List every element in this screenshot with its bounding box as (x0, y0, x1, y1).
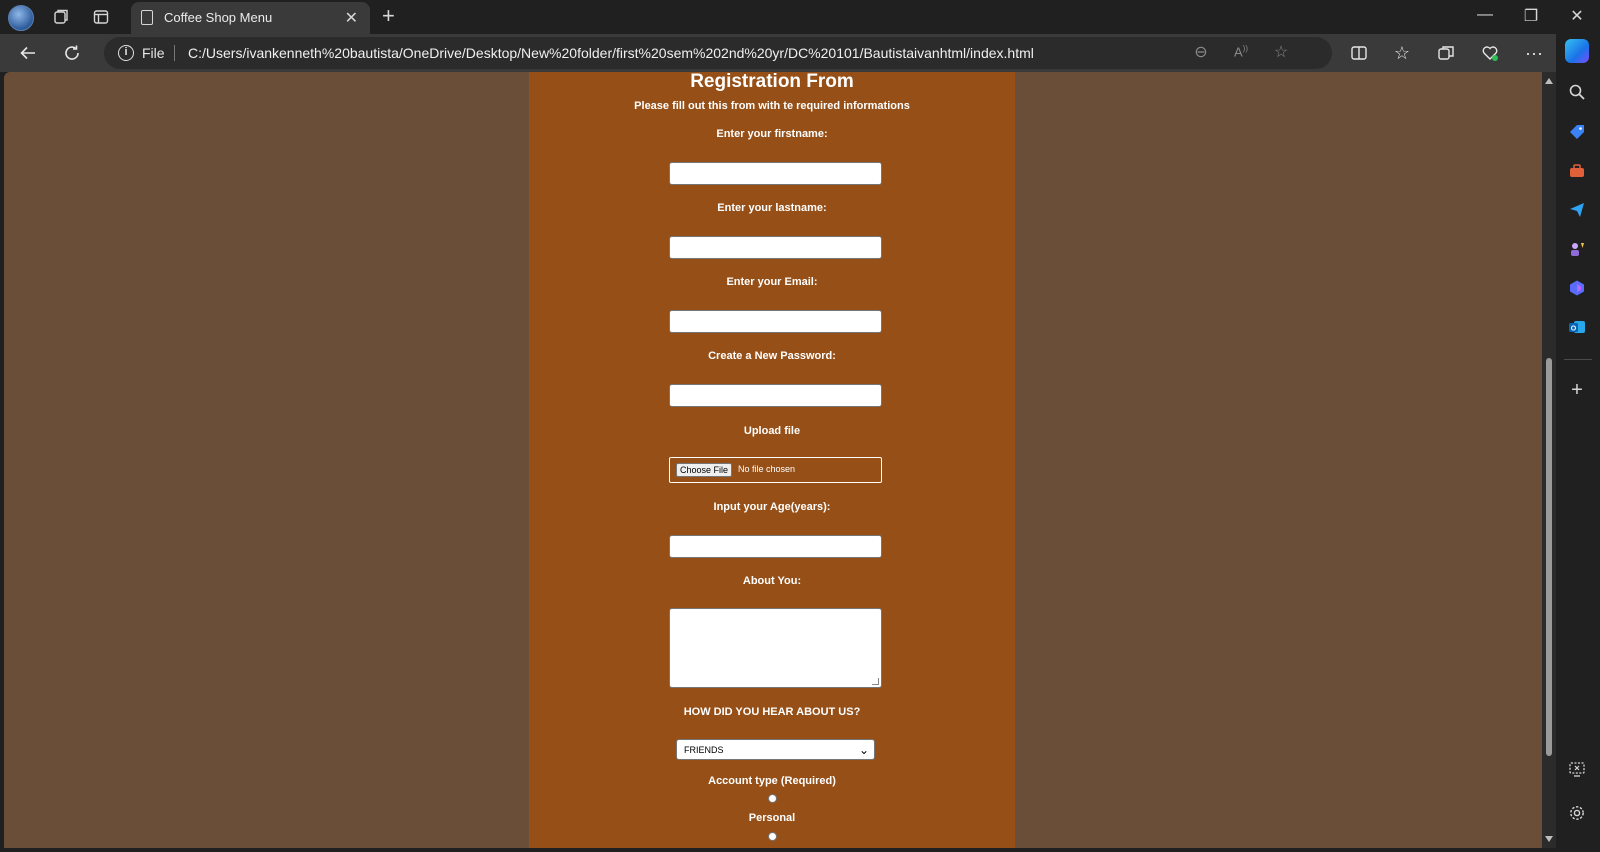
new-tab-button[interactable]: + (382, 3, 395, 29)
favorites-icon[interactable]: ☆ (1388, 40, 1416, 66)
form-heading: Registration From (690, 72, 854, 92)
email-label: Enter your Email: (726, 276, 818, 288)
address-separator (174, 45, 175, 61)
radio-personal[interactable] (768, 794, 777, 803)
about-textarea[interactable] (669, 608, 882, 688)
browser-window: Coffee Shop Menu ✕ + — ❐ ✕ i File C:/Use… (0, 0, 1600, 852)
page-scrollbar[interactable] (1542, 72, 1556, 848)
edge-sidebar: O + (1556, 34, 1600, 852)
chevron-down-icon: ⌄ (858, 743, 869, 757)
tab-title: Coffee Shop Menu (164, 10, 273, 25)
favorite-star-icon[interactable]: ☆ (1270, 42, 1292, 62)
site-info-icon[interactable]: i (118, 45, 134, 61)
restore-button[interactable]: ❐ (1511, 6, 1551, 26)
resize-handle-icon[interactable] (872, 678, 879, 685)
settings-icon[interactable] (1566, 802, 1588, 824)
screenshot-icon[interactable] (1566, 758, 1588, 780)
age-label: Input your Age(years): (713, 501, 831, 513)
age-input[interactable] (669, 535, 882, 558)
zoom-out-icon[interactable]: ⊖ (1190, 42, 1212, 62)
close-tab-icon[interactable]: ✕ (345, 8, 358, 28)
email-input[interactable] (669, 310, 882, 333)
file-upload-field[interactable]: Choose File No file chosen (669, 457, 882, 483)
shopping-tag-icon[interactable] (1566, 121, 1588, 143)
hear-about-label: HOW DID YOU HEAR ABOUT US? (683, 706, 861, 718)
url-text[interactable]: C:/Users/ivankenneth%20bautista/OneDrive… (188, 45, 1034, 61)
account-type-label: Account type (Required) (708, 775, 836, 787)
protocol-label: File (142, 45, 165, 61)
close-window-button[interactable]: ✕ (1557, 6, 1597, 26)
upload-label: Upload file (743, 425, 801, 437)
password-input[interactable] (669, 384, 882, 407)
lastname-label: Enter your lastname: (717, 202, 827, 214)
outlook-icon[interactable]: O (1566, 316, 1588, 338)
choose-file-button[interactable]: Choose File (676, 463, 733, 477)
scroll-up-icon[interactable] (1545, 78, 1553, 84)
send-icon[interactable] (1566, 199, 1588, 221)
tools-icon[interactable] (1566, 160, 1588, 182)
hear-about-select[interactable]: FRIENDS ⌄ (676, 739, 875, 760)
form-subtitle: Please fill out this from with te requir… (634, 100, 910, 112)
workspaces-icon[interactable] (48, 4, 74, 30)
firstname-input[interactable] (669, 162, 882, 185)
browser-essentials-icon[interactable] (1476, 40, 1504, 66)
search-icon[interactable] (1566, 81, 1588, 103)
microsoft-365-icon[interactable] (1566, 277, 1588, 299)
navigation-bar: i File C:/Users/ivankenneth%20bautista/O… (0, 34, 1600, 72)
split-screen-icon[interactable] (1345, 40, 1373, 66)
tab-actions-icon[interactable] (88, 4, 114, 30)
games-icon[interactable] (1566, 238, 1588, 260)
tab-coffee-shop-menu[interactable]: Coffee Shop Menu ✕ (131, 2, 370, 34)
radio-option-2[interactable] (768, 832, 777, 841)
page-viewport: Registration From Please fill out this f… (4, 72, 1542, 848)
firstname-label: Enter your firstname: (716, 128, 828, 140)
scroll-down-icon[interactable] (1545, 836, 1553, 842)
lastname-input[interactable] (669, 236, 882, 259)
scroll-thumb[interactable] (1546, 358, 1552, 756)
selected-option: FRIENDS (684, 745, 724, 755)
svg-text:O: O (1571, 326, 1577, 333)
add-icon[interactable]: + (1566, 379, 1588, 401)
about-label: About You: (742, 575, 802, 587)
more-menu-icon[interactable]: ··· (1520, 40, 1548, 66)
sidebar-divider (1564, 359, 1592, 360)
copilot-icon[interactable] (1565, 39, 1589, 63)
refresh-icon[interactable] (58, 40, 86, 66)
minimize-button[interactable]: — (1465, 6, 1505, 24)
back-arrow-icon[interactable] (14, 40, 42, 66)
registration-form: Registration From Please fill out this f… (529, 72, 1015, 848)
radio-personal-label: Personal (748, 812, 796, 824)
password-label: Create a New Password: (708, 350, 836, 362)
page-icon (141, 10, 153, 25)
profile-avatar[interactable] (8, 5, 34, 31)
collections-icon[interactable] (1432, 40, 1460, 66)
no-file-text: No file chosen (738, 464, 796, 474)
address-bar[interactable]: i File C:/Users/ivankenneth%20bautista/O… (104, 37, 1332, 69)
read-aloud-icon[interactable]: A)) (1230, 44, 1252, 59)
title-bar: Coffee Shop Menu ✕ + — ❐ ✕ (0, 0, 1600, 34)
